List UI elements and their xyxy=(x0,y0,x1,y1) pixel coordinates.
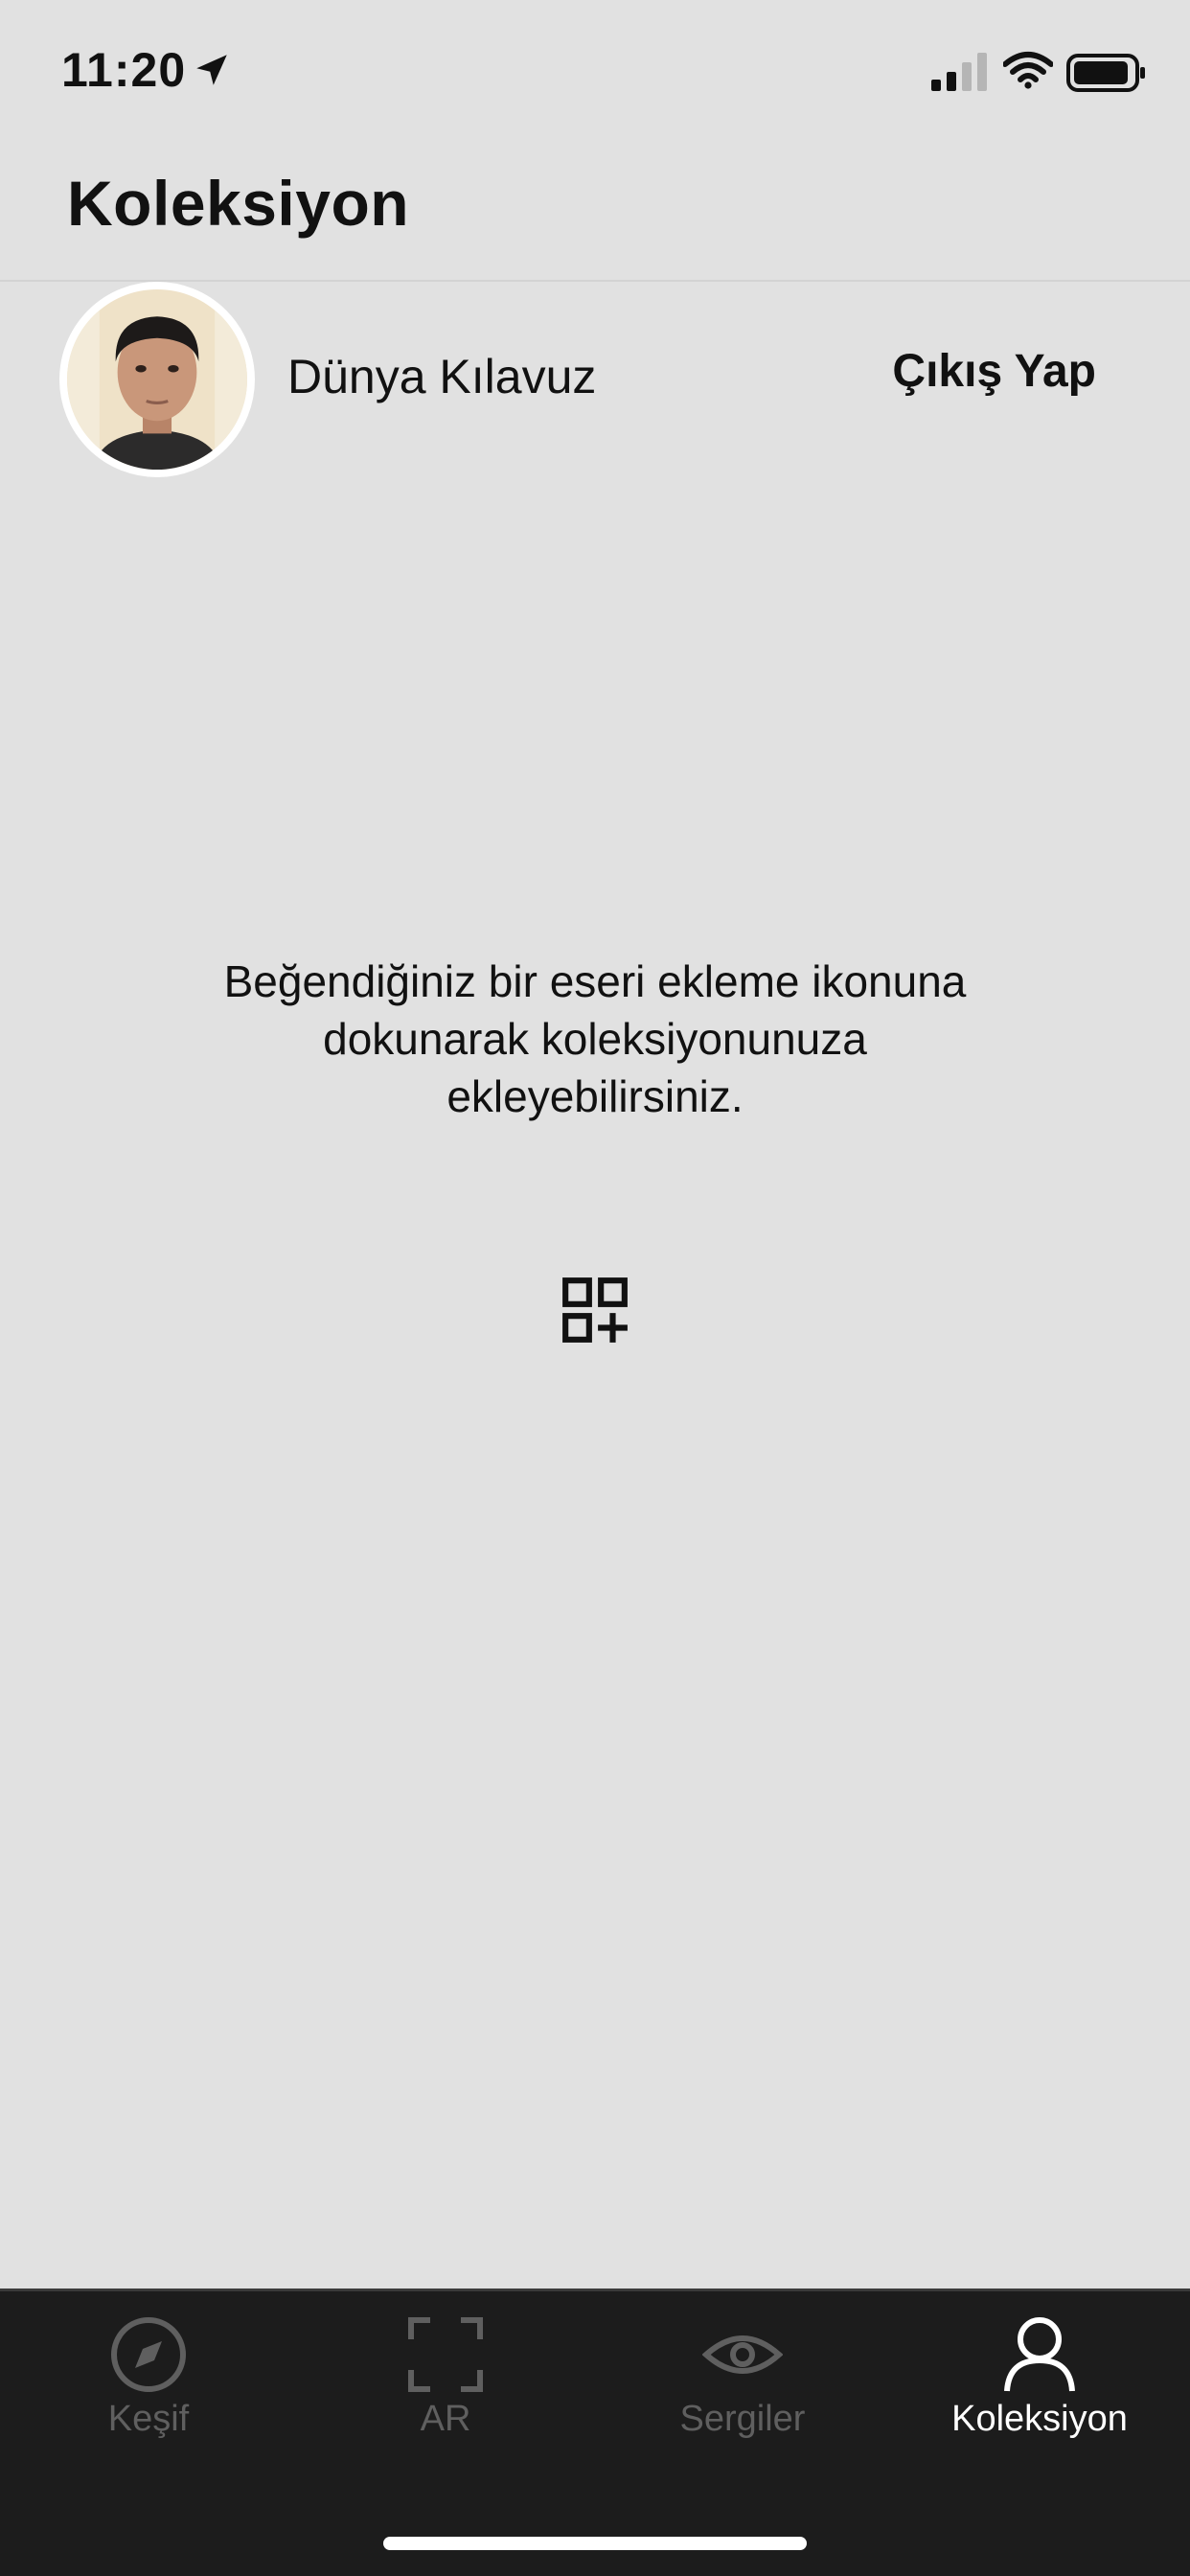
status-time: 11:20 xyxy=(61,43,187,97)
person-icon xyxy=(1004,2317,1075,2392)
logout-button[interactable]: Çıkış Yap xyxy=(892,345,1096,398)
battery-icon xyxy=(1066,54,1145,92)
status-bar: 11:20 xyxy=(0,0,1190,144)
tab-bar: Keşif AR Sergiler Koleksiyon xyxy=(0,2288,1190,2576)
wifi-icon xyxy=(1003,52,1053,89)
cellular-signal-icon xyxy=(931,53,987,91)
tab-label: Koleksiyon xyxy=(951,2399,1128,2439)
eye-icon xyxy=(702,2335,783,2374)
tab-label: Sergiler xyxy=(679,2399,806,2439)
page-title: Koleksiyon xyxy=(67,168,410,239)
ar-frame-icon xyxy=(408,2317,483,2392)
home-indicator[interactable] xyxy=(383,2537,807,2550)
header-divider xyxy=(0,280,1190,282)
avatar xyxy=(59,282,255,477)
add-to-collection-icon xyxy=(562,1277,628,1343)
empty-state-message: Beğendiğiniz bir eseri ekleme ikonuna do… xyxy=(223,956,967,1121)
tab-kesif[interactable]: Keşif xyxy=(0,2314,297,2458)
location-arrow-icon xyxy=(196,55,227,85)
compass-icon xyxy=(111,2317,186,2392)
tab-sergiler[interactable]: Sergiler xyxy=(594,2314,891,2458)
user-name: Dünya Kılavuz xyxy=(287,350,597,403)
tab-label: Keşif xyxy=(107,2399,190,2439)
tab-label: AR xyxy=(420,2399,471,2439)
tab-ar[interactable]: AR xyxy=(297,2314,594,2458)
tab-koleksiyon[interactable]: Koleksiyon xyxy=(891,2314,1188,2458)
user-photo xyxy=(67,289,247,470)
